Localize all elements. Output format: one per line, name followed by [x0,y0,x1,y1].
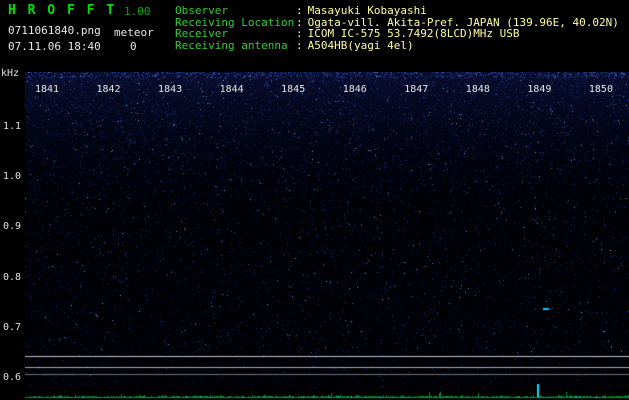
x-tick-label: 1842 [96,84,121,95]
y-tick-label: 0.9 [2,221,21,233]
y-tick-label: 1.1 [2,121,21,132]
info-colon: : [296,38,303,52]
info-row-antenna: Receiving antenna: A504HB(yagi 4el) [175,38,619,52]
y-tick-label: 0.6 [2,372,21,383]
app-version: 1.00 [124,5,151,18]
x-tick-label: 1843 [158,84,183,95]
y-tick-label: 0.8 [2,271,21,283]
station-info: Observer: Masayuki Kobayashi Receiving Lo… [175,5,619,51]
timestamp: 07.11.06 18:40 [8,40,101,53]
x-tick-label: 1847 [404,84,429,95]
x-tick-label: 1846 [342,84,367,95]
y-tick-label: 0.7 [2,321,21,333]
hrofft-output: H R O F F T 1.00 0711061840.png meteor 0… [0,0,629,400]
info-row-observer: Observer: Masayuki Kobayashi [175,5,619,17]
meteor-counter-label: meteor [114,26,154,39]
x-tick-label: 1850 [588,84,613,95]
y-tick-label: 1.0 [2,171,21,183]
y-axis-unit-label: kHz [1,68,20,79]
info-label: Observer [175,4,228,17]
app-title: H R O F F T [8,3,117,18]
x-tick-label: 1844 [219,84,244,95]
x-tick-label: 1848 [465,84,490,95]
spectrogram-canvas [25,72,629,400]
output-filename: 0711061840.png [8,24,101,37]
x-tick-label: 1845 [281,84,306,95]
x-tick-label: 1849 [527,84,552,95]
x-tick-label: 1841 [34,84,60,95]
info-value: A504HB(yagi 4el) [307,38,414,52]
info-label: Receiving antenna [175,38,288,52]
meteor-counter-value: 0 [130,40,137,53]
